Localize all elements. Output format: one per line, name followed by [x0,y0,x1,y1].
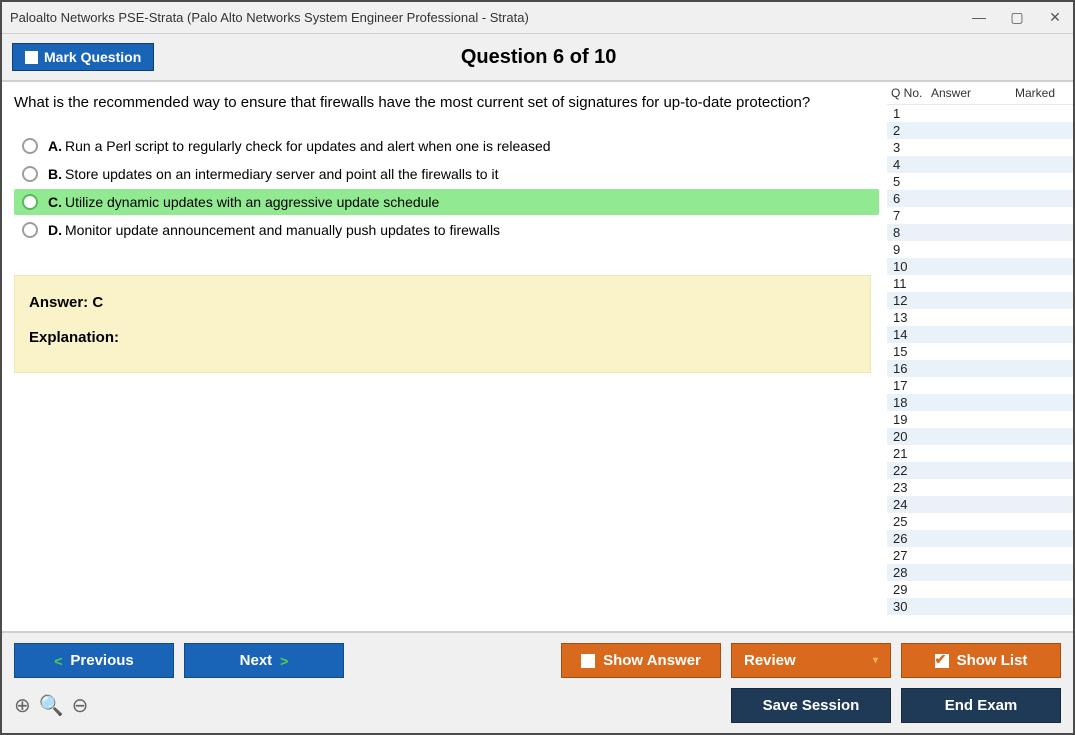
question-list-row[interactable]: 18 [887,394,1073,411]
question-list-row[interactable]: 21 [887,445,1073,462]
option-a[interactable]: A.Run a Perl script to regularly check f… [14,133,879,159]
mark-question-label: Mark Question [44,49,141,65]
save-session-button[interactable]: Save Session [731,688,891,723]
mark-question-button[interactable]: Mark Question [12,43,154,71]
question-list[interactable]: 1234567891011121314151617181920212223242… [887,105,1073,631]
question-area: What is the recommended way to ensure th… [2,82,887,631]
question-list-row[interactable]: 11 [887,275,1073,292]
title-bar: Paloalto Networks PSE-Strata (Palo Alto … [2,2,1073,34]
next-button[interactable]: Next > [184,643,344,678]
checkbox-checked-icon [935,654,949,668]
end-exam-button[interactable]: End Exam [901,688,1061,723]
question-list-row[interactable]: 5 [887,173,1073,190]
question-number: Question 6 of 10 [154,46,923,69]
question-list-row[interactable]: 1 [887,105,1073,122]
show-list-button[interactable]: Show List [901,643,1061,678]
chevron-down-icon: ▾ [873,655,878,666]
show-answer-button[interactable]: Show Answer [561,643,721,678]
radio-icon [22,166,38,182]
answer-line: Answer: C [29,294,856,311]
checkbox-icon [25,51,38,64]
radio-icon [22,222,38,238]
question-list-row[interactable]: 10 [887,258,1073,275]
question-list-row[interactable]: 23 [887,479,1073,496]
answer-card: Answer: C Explanation: [14,275,871,373]
question-list-row[interactable]: 19 [887,411,1073,428]
question-list-row[interactable]: 24 [887,496,1073,513]
radio-icon [22,138,38,154]
option-d[interactable]: D.Monitor update announcement and manual… [14,217,879,243]
question-list-row[interactable]: 27 [887,547,1073,564]
col-answer: Answer [931,86,1001,100]
previous-button[interactable]: < Previous [14,643,174,678]
question-list-row[interactable]: 3 [887,139,1073,156]
radio-icon [22,194,38,210]
chevron-right-icon: > [280,653,288,669]
question-list-row[interactable]: 12 [887,292,1073,309]
question-list-row[interactable]: 30 [887,598,1073,615]
question-list-row[interactable]: 22 [887,462,1073,479]
window-title: Paloalto Networks PSE-Strata (Palo Alto … [10,10,969,25]
question-list-row[interactable]: 28 [887,564,1073,581]
question-list-row[interactable]: 29 [887,581,1073,598]
close-icon[interactable]: ✕ [1045,9,1065,26]
col-marked: Marked [1001,86,1069,100]
question-list-row[interactable]: 25 [887,513,1073,530]
option-c[interactable]: C.Utilize dynamic updates with an aggres… [14,189,879,215]
question-list-row[interactable]: 8 [887,224,1073,241]
review-button[interactable]: Review ▾ [731,643,891,678]
explanation-label: Explanation: [29,329,856,346]
question-list-row[interactable]: 17 [887,377,1073,394]
zoom-reset-icon[interactable]: 🔍 [39,693,64,718]
zoom-out-icon[interactable]: ⊖ [72,693,89,718]
question-list-panel: Q No. Answer Marked 12345678910111213141… [887,82,1073,631]
question-list-row[interactable]: 15 [887,343,1073,360]
zoom-in-icon[interactable]: ⊕ [14,693,31,718]
minimize-icon[interactable]: — [969,9,989,26]
question-list-row[interactable]: 14 [887,326,1073,343]
question-list-row[interactable]: 26 [887,530,1073,547]
question-list-row[interactable]: 4 [887,156,1073,173]
maximize-icon[interactable]: ▢ [1007,9,1027,26]
question-list-row[interactable]: 9 [887,241,1073,258]
question-list-row[interactable]: 13 [887,309,1073,326]
checkbox-icon [581,654,595,668]
question-list-row[interactable]: 2 [887,122,1073,139]
option-b[interactable]: B.Store updates on an intermediary serve… [14,161,879,187]
question-list-row[interactable]: 7 [887,207,1073,224]
col-qno: Q No. [891,86,931,100]
question-text: What is the recommended way to ensure th… [14,94,879,111]
chevron-left-icon: < [54,653,62,669]
question-list-row[interactable]: 20 [887,428,1073,445]
question-list-row[interactable]: 16 [887,360,1073,377]
question-list-row[interactable]: 6 [887,190,1073,207]
